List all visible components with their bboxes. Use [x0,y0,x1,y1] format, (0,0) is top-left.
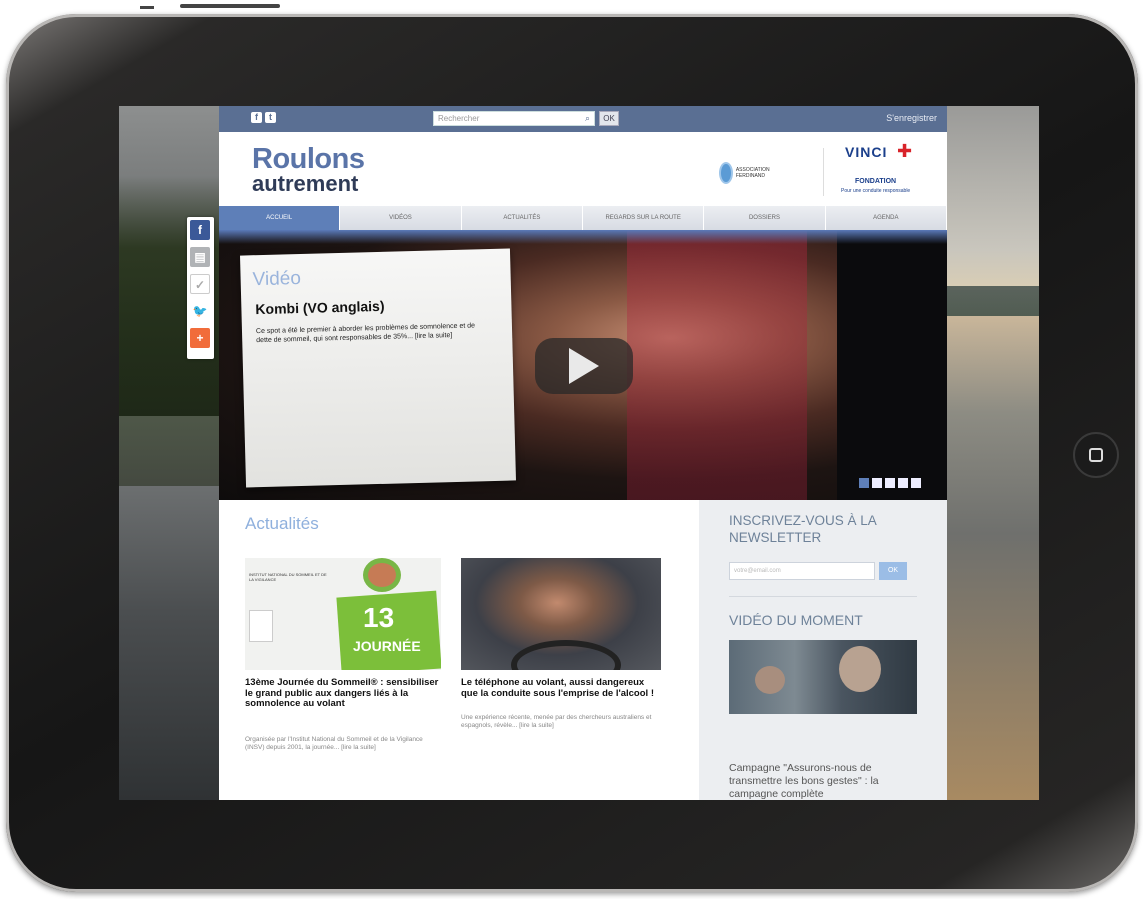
image-person [839,646,881,692]
vinci-logo[interactable]: VINCI [845,144,887,160]
twitter-icon[interactable]: 🐦 [190,301,210,321]
site-header: Roulons autrement ASSOCIATION FERDINAND … [219,132,947,206]
partner-name: ASSOCIATION FERDINAND [735,167,770,179]
hero-title[interactable]: Kombi (VO anglais) [255,298,384,317]
background-road [119,486,219,800]
top-bar: f t Rechercher ⌕ OK S'enregistrer [219,106,947,132]
slide-dot[interactable] [859,478,869,488]
hero-video[interactable]: Vidéo Kombi (VO anglais) Ce spot a été l… [219,230,947,500]
hero-background [837,230,947,500]
divider [729,596,917,597]
nav-item-videos[interactable]: VIDÉOS [340,206,462,230]
campaign-link[interactable]: Campagne "Assurons-nous de transmettre l… [729,762,919,800]
hero-kicker: Vidéo [252,267,302,291]
news-headline[interactable]: 13ème Journée du Sommeil® : sensibiliser… [245,677,441,710]
print-icon[interactable]: ▤ [190,247,210,267]
image-label: JOURNÉE [353,638,421,654]
facebook-icon[interactable]: f [190,220,210,240]
tablet-edge [180,4,280,8]
slide-dot[interactable] [885,478,895,488]
hero-background [627,230,807,500]
nav-item-actualites[interactable]: ACTUALITÉS [462,206,583,230]
divider [823,148,824,196]
background-sky [947,106,1039,286]
site-logo-line1[interactable]: Roulons [252,144,365,174]
news-image-telephone[interactable] [461,558,661,670]
main-nav: ACCUEIL VIDÉOS ACTUALITÉS REGARDS SUR LA… [219,206,947,230]
ferdinand-logo-icon [719,162,733,184]
partner-logo-ferdinand[interactable]: ASSOCIATION FERDINAND [719,160,771,186]
photo-stage: f ▤ ✓ 🐦 + f t Rechercher ⌕ OK S'enregist… [0,0,1143,899]
slide-dot[interactable] [911,478,921,488]
image-caption-text: INSTITUT NATIONAL DU SOMMEIL ET DE LA VI… [249,572,327,582]
image-document [249,610,273,642]
facebook-icon[interactable]: f [251,112,262,123]
background-highway [947,316,1039,800]
video-moment-title: VIDÉO DU MOMENT [729,612,863,628]
nav-item-regards[interactable]: REGARDS SUR LA ROUTE [583,206,705,230]
tablet-screen: f ▤ ✓ 🐦 + f t Rechercher ⌕ OK S'enregist… [119,106,1039,800]
image-steering-wheel [511,640,621,670]
hero-caption-card: Vidéo Kombi (VO anglais) Ce spot a été l… [240,248,516,488]
tablet-edge [140,6,154,9]
search-input[interactable]: Rechercher [433,111,595,126]
register-link[interactable]: S'enregistrer [886,113,937,123]
newsletter-email-input[interactable]: votre@email.com [729,562,875,580]
plus-icon[interactable]: + [190,328,210,348]
slide-indicators [859,478,921,488]
vinci-cross-icon: ✚ [897,141,913,161]
slide-dot[interactable] [898,478,908,488]
search-icon[interactable]: ⌕ [585,113,590,124]
news-summary[interactable]: Organisée par l'Institut National du Som… [245,736,437,752]
hero-description[interactable]: Ce spot a été le premier à aborder les p… [256,321,486,345]
image-number: 13 [363,602,395,633]
twitter-icon[interactable]: t [265,112,276,123]
search-ok-button[interactable]: OK [599,111,619,126]
image-person [363,558,401,592]
hero-background [219,230,947,244]
fondation-tagline: Pour une conduite responsable [841,188,911,194]
slide-dot[interactable] [872,478,882,488]
share-toolbar: f ▤ ✓ 🐦 + [187,217,214,359]
content-area: Actualités INSTITUT NATIONAL DU SOMMEIL … [219,500,947,800]
sidebar: INSCRIVEZ-VOUS À LA NEWSLETTER votre@ema… [699,500,947,800]
news-image-journee-sommeil[interactable]: INSTITUT NATIONAL DU SOMMEIL ET DE LA VI… [245,558,441,670]
newsletter-title: INSCRIVEZ-VOUS À LA NEWSLETTER [729,513,877,545]
image-person [755,666,785,694]
mail-icon[interactable]: ✓ [190,274,210,294]
nav-item-agenda[interactable]: AGENDA [826,206,947,230]
news-headline[interactable]: Le téléphone au volant, aussi dangereux … [461,677,661,699]
site-logo-line2[interactable]: autrement [252,171,358,197]
nav-item-dossiers[interactable]: DOSSIERS [704,206,826,230]
news-summary[interactable]: Une expérience récente, menée par des ch… [461,714,657,730]
news-section-title: Actualités [245,514,319,533]
home-button-icon[interactable] [1073,432,1119,478]
nav-item-accueil[interactable]: ACCUEIL [219,206,341,230]
newsletter-submit-button[interactable]: OK [879,562,907,580]
video-moment-thumbnail[interactable] [729,640,917,714]
website: f t Rechercher ⌕ OK S'enregistrer Roulon… [219,106,947,800]
fondation-label: FONDATION [855,178,897,185]
play-button-icon[interactable] [535,338,633,394]
